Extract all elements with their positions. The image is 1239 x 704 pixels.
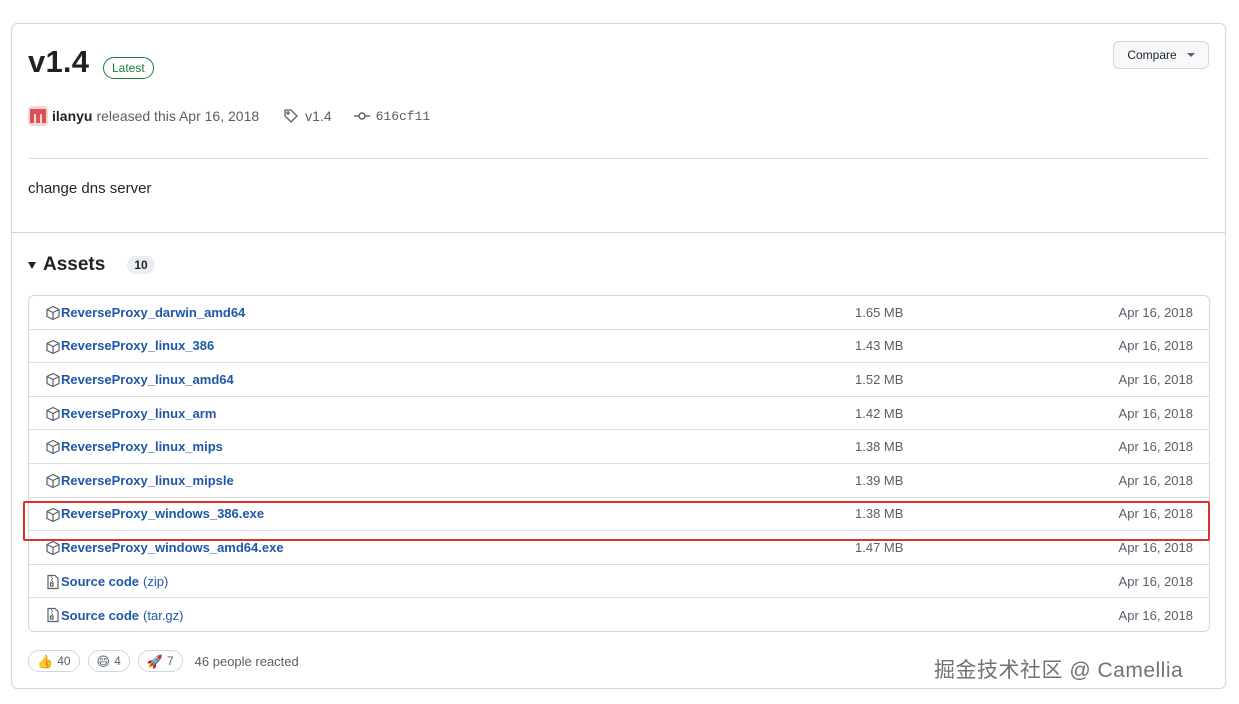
commit-icon (353, 112, 370, 120)
asset-row: Source code (zip) Apr 16, 2018 (29, 565, 1209, 599)
release-title[interactable]: v1.4 (28, 44, 89, 80)
assets-count: 10 (127, 256, 155, 274)
chevron-down-icon (1186, 53, 1195, 57)
asset-link[interactable]: ReverseProxy_linux_mips (61, 439, 223, 454)
asset-size: 1.38 MB (855, 506, 904, 522)
reaction-count: 40 (57, 654, 71, 668)
asset-size: 1.52 MB (855, 371, 904, 387)
asset-row: ReverseProxy_linux_mipsle 1.39 MB Apr 16, … (29, 464, 1209, 498)
asset-size: 1.43 MB (855, 338, 904, 354)
asset-link[interactable]: ReverseProxy_windows_386.exe (61, 506, 264, 521)
asset-date: Apr 16, 2018 (1118, 371, 1193, 387)
divider (28, 158, 1209, 159)
divider (12, 232, 1225, 233)
compare-button[interactable]: Compare (1113, 41, 1209, 69)
asset-date: Apr 16, 2018 (1118, 439, 1193, 455)
asset-size: 1.42 MB (855, 405, 904, 421)
package-icon (45, 439, 61, 458)
asset-date: Apr 16, 2018 (1118, 506, 1193, 522)
asset-row: ReverseProxy_linux_386 1.43 MB Apr 16, 201… (29, 330, 1209, 364)
asset-link[interactable]: ReverseProxy_linux_mipsle (61, 473, 234, 488)
asset-size: 1.65 MB (855, 304, 904, 320)
compare-button-label: Compare (1127, 48, 1177, 62)
assets-heading: Assets (43, 254, 106, 275)
asset-row: ReverseProxy_linux_arm 1.42 MB Apr 16, 201… (29, 397, 1209, 431)
asset-date: Apr 16, 2018 (1118, 607, 1193, 623)
tag-label: v1.4 (305, 108, 332, 124)
asset-link[interactable]: ReverseProxy_windows_amd64.exe (61, 540, 284, 555)
latest-badge: Latest (103, 57, 154, 79)
asset-row: ReverseProxy_darwin_amd64 1.65 MB Apr 16, … (29, 296, 1209, 330)
reaction-button[interactable]: 🚀 7 (137, 650, 183, 672)
package-icon (45, 540, 61, 559)
reactions-summary[interactable]: 46 people reacted (195, 654, 299, 669)
package-icon (45, 339, 61, 358)
reaction-count: 4 (114, 654, 121, 668)
assets-toggle[interactable]: Assets 10 (28, 254, 155, 276)
reaction-button[interactable]: 👍 40 (28, 650, 80, 672)
tag-link[interactable]: v1.4 (283, 108, 332, 124)
asset-row: ReverseProxy_windows_amd64.exe 1.47 MB Apr… (29, 531, 1209, 565)
asset-row: ReverseProxy_windows_386.exe 1.38 MB Apr 1… (29, 498, 1209, 532)
package-icon (45, 507, 61, 526)
file-zip-icon (45, 574, 61, 593)
reactions-bar: 👍 40 😄 4 🚀 7 46 people reacted (28, 650, 299, 672)
reaction-button[interactable]: 😄 4 (87, 650, 130, 672)
asset-link[interactable]: ReverseProxy_linux_arm (61, 406, 216, 421)
release-card: v1.4 Latest Compare ilanyu released this… (11, 23, 1226, 689)
asset-link[interactable]: ReverseProxy_darwin_amd64 (61, 305, 245, 320)
rocket-icon: 🚀 (146, 653, 163, 669)
package-icon (45, 372, 61, 391)
avatar[interactable] (28, 106, 48, 126)
tag-icon (284, 109, 299, 123)
asset-row: ReverseProxy_linux_amd64 1.52 MB Apr 16, 2… (29, 363, 1209, 397)
asset-link[interactable]: Source code (tar.gz) (61, 608, 184, 623)
asset-date: Apr 16, 2018 (1118, 338, 1193, 354)
laugh-icon: 😄 (96, 653, 111, 669)
asset-size: 1.39 MB (855, 472, 904, 488)
file-zip-icon (45, 607, 61, 626)
asset-size: 1.38 MB (855, 439, 904, 455)
asset-date: Apr 16, 2018 (1118, 304, 1193, 320)
package-icon (45, 473, 61, 492)
asset-link[interactable]: ReverseProxy_linux_amd64 (61, 372, 234, 387)
thumbs-up-icon: 👍 (37, 653, 54, 669)
triangle-down-icon (28, 261, 36, 269)
asset-date: Apr 16, 2018 (1118, 472, 1193, 488)
asset-row: ReverseProxy_linux_mips 1.38 MB Apr 16, 20… (29, 430, 1209, 464)
asset-link[interactable]: Source code (zip) (61, 574, 168, 589)
released-text: released this Apr 16, 2018 (96, 108, 260, 124)
release-meta: ilanyu released this Apr 16, 2018 v1.4 6… (28, 106, 430, 126)
asset-date: Apr 16, 2018 (1118, 573, 1193, 589)
author-link[interactable]: ilanyu (52, 108, 92, 124)
asset-link[interactable]: ReverseProxy_linux_386 (61, 338, 214, 353)
commit-link[interactable]: 616cf11 (353, 108, 431, 124)
release-notes: change dns server (28, 180, 152, 197)
asset-size: 1.47 MB (855, 539, 904, 555)
package-icon (45, 305, 61, 324)
asset-date: Apr 16, 2018 (1118, 539, 1193, 555)
reaction-count: 7 (166, 654, 174, 668)
asset-list: ReverseProxy_darwin_amd64 1.65 MB Apr 16, … (28, 295, 1210, 632)
package-icon (45, 406, 61, 425)
asset-date: Apr 16, 2018 (1118, 405, 1193, 421)
asset-row: Source code (tar.gz) Apr 16, 2018 (29, 598, 1209, 632)
commit-sha: 616cf11 (375, 108, 431, 124)
watermark: 掘金技术社区 @ Camellia (934, 659, 1184, 682)
